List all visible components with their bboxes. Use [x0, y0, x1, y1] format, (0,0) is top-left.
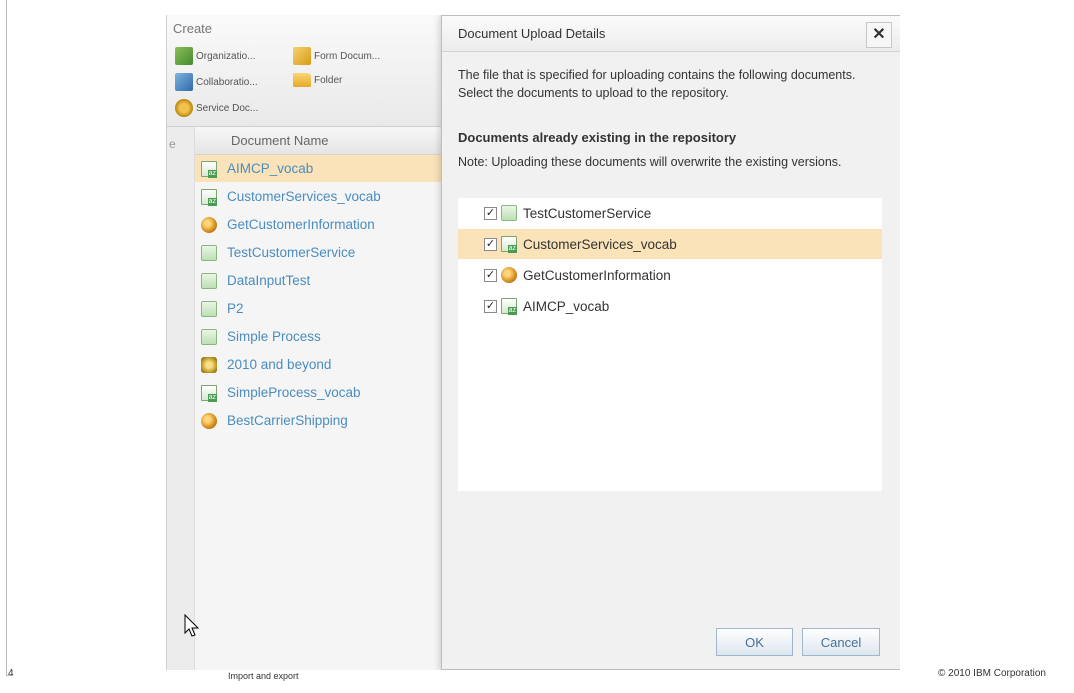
document-checkbox[interactable]: ✓: [484, 299, 497, 313]
document-checkbox[interactable]: ✓: [484, 237, 497, 251]
list-item[interactable]: CustomerServices_vocab: [195, 183, 443, 210]
list-item[interactable]: TestCustomerService: [195, 239, 443, 266]
existing-documents-list: ✓ TestCustomerService ✓ CustomerServices…: [458, 198, 882, 491]
folder-icon: [293, 73, 311, 87]
vocabulary-icon: [501, 298, 517, 315]
gutter-label: e: [169, 137, 176, 151]
list-item[interactable]: ✓ GetCustomerInformation: [458, 260, 882, 290]
document-name: TestCustomerService: [523, 205, 652, 221]
close-button[interactable]: ✕: [866, 22, 892, 48]
vocabulary-icon: [201, 188, 217, 206]
collaboration-icon: [175, 73, 193, 91]
create-item-label: Organizatio...: [196, 50, 256, 62]
dialog-titlebar[interactable]: Document Upload Details ✕: [442, 16, 900, 52]
list-item[interactable]: AIMCP_vocab: [195, 155, 443, 182]
list-item[interactable]: P2: [195, 295, 443, 322]
create-folder-button[interactable]: Folder: [293, 73, 342, 87]
organization-icon: [175, 47, 193, 65]
decision-icon: [201, 356, 217, 373]
create-panel: Create Organizatio... Form Docum... Coll…: [167, 15, 443, 127]
list-gutter: e: [167, 127, 195, 670]
document-name: SimpleProcess_vocab: [227, 385, 361, 400]
column-header-document-name[interactable]: Document Name: [195, 127, 443, 155]
list-item[interactable]: Simple Process: [195, 323, 443, 350]
create-item-label: Service Doc...: [196, 102, 259, 114]
rule-icon: [501, 267, 517, 283]
list-item[interactable]: GetCustomerInformation: [195, 211, 443, 238]
section-heading: Documents already existing in the reposi…: [458, 130, 737, 145]
process-icon: [201, 244, 217, 261]
rule-icon: [201, 216, 217, 233]
document-checkbox[interactable]: ✓: [484, 268, 497, 282]
process-icon: [201, 272, 217, 289]
create-collaboration-button[interactable]: Collaboratio...: [175, 73, 258, 91]
dialog-intro-text: The file that is specified for uploading…: [458, 68, 856, 100]
document-upload-dialog: Document Upload Details ✕ The file that …: [441, 15, 900, 670]
document-name: AIMCP_vocab: [523, 298, 610, 314]
mouse-cursor-icon: [184, 614, 200, 637]
document-name: AIMCP_vocab: [227, 161, 314, 176]
list-item[interactable]: ✓ CustomerServices_vocab: [458, 229, 882, 259]
create-form-document-button[interactable]: Form Docum...: [293, 47, 380, 65]
vocabulary-icon: [501, 236, 517, 253]
dialog-title: Document Upload Details: [458, 26, 606, 41]
list-item[interactable]: BestCarrierShipping: [195, 407, 443, 434]
process-icon: [201, 300, 217, 317]
document-name: GetCustomerInformation: [523, 267, 671, 283]
copyright-text: © 2010 IBM Corporation: [938, 668, 1046, 679]
document-name: P2: [227, 301, 244, 316]
create-organization-button[interactable]: Organizatio...: [175, 47, 255, 65]
slide-left-border: [6, 0, 7, 675]
slide: Create Organizatio... Form Docum... Coll…: [0, 0, 1074, 693]
list-item[interactable]: ✓ TestCustomerService: [458, 198, 882, 228]
overwrite-note: Note: Uploading these documents will ove…: [458, 155, 842, 169]
document-name: GetCustomerInformation: [227, 217, 375, 232]
document-checkbox[interactable]: ✓: [484, 206, 497, 220]
rule-icon: [201, 412, 217, 429]
document-name: DataInputTest: [227, 273, 311, 288]
service-document-icon: [175, 99, 193, 117]
vocabulary-icon: [201, 160, 217, 178]
close-icon: ✕: [872, 26, 886, 43]
cancel-button[interactable]: Cancel: [802, 628, 880, 656]
form-document-icon: [293, 47, 311, 65]
list-item[interactable]: SimpleProcess_vocab: [195, 379, 443, 406]
process-icon: [501, 205, 517, 221]
document-name: Simple Process: [227, 329, 321, 344]
list-item[interactable]: 2010 and beyond: [195, 351, 443, 378]
vocabulary-icon: [201, 384, 217, 402]
document-name: CustomerServices_vocab: [227, 189, 381, 204]
document-name: CustomerServices_vocab: [523, 236, 677, 252]
document-name: BestCarrierShipping: [227, 413, 348, 428]
document-name: TestCustomerService: [227, 245, 356, 260]
create-service-document-button[interactable]: Service Doc...: [175, 99, 258, 117]
page-number: 4: [8, 668, 14, 679]
create-item-label: Collaboratio...: [196, 76, 258, 88]
footer-text: Import and export: [228, 671, 299, 681]
list-item[interactable]: DataInputTest: [195, 267, 443, 294]
create-item-label: Folder: [314, 74, 343, 86]
document-list-panel: e Document Name AIMCP_vocab CustomerServ…: [167, 127, 443, 670]
create-item-label: Form Docum...: [314, 50, 381, 62]
app-screenshot: Create Organizatio... Form Docum... Coll…: [166, 15, 900, 670]
list-item[interactable]: ✓ AIMCP_vocab: [458, 291, 882, 321]
process-icon: [201, 328, 217, 345]
document-name: 2010 and beyond: [227, 357, 332, 372]
ok-button[interactable]: OK: [716, 628, 793, 656]
create-panel-title: Create: [173, 21, 213, 36]
